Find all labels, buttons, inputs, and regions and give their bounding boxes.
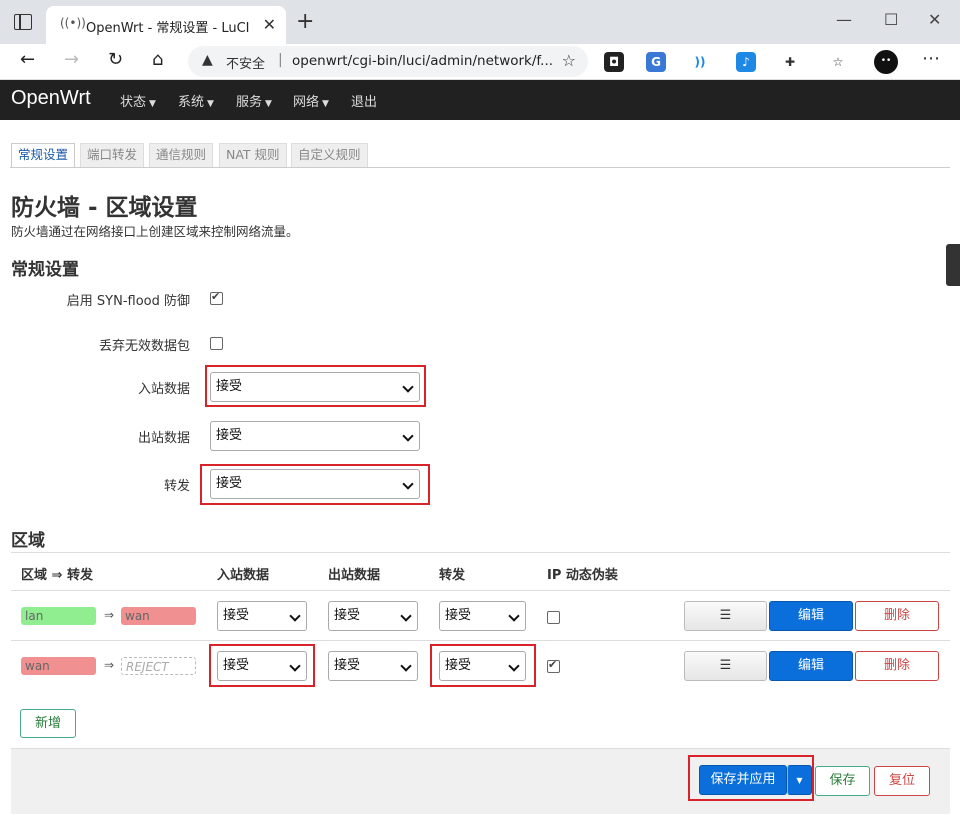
drag-handle-button[interactable]: ☰ [684, 651, 767, 681]
browser-tab-strip: ((•)) OpenWrt - 常规设置 - LuCI ✕ + — ☐ ✕ [0, 0, 960, 44]
caret-down-icon: ▼ [149, 99, 156, 109]
add-zone-button[interactable]: 新增 [20, 709, 76, 738]
output-policy-select[interactable]: 接受 [210, 421, 420, 451]
caret-down-icon: ▼ [207, 99, 214, 109]
extension-icon[interactable]: ◘ [604, 52, 624, 72]
general-section-title: 常规设置 [11, 260, 79, 280]
insecure-label: 不安全 [226, 57, 266, 72]
tab-nat-rules[interactable]: NAT 规则 [219, 143, 287, 167]
highlight-box [200, 464, 430, 505]
drop-invalid-checkbox[interactable] [210, 337, 223, 350]
zone-badge-wan: wan [121, 607, 196, 625]
forward-policy-label: 转发 [163, 479, 190, 494]
zone-badge-reject: REJECT [121, 657, 196, 675]
browser-tab[interactable]: ((•)) OpenWrt - 常规设置 - LuCI ✕ [46, 6, 286, 44]
output-policy-label: 出站数据 [137, 431, 190, 446]
forward-icon[interactable]: → [64, 49, 79, 70]
add-favorite-icon[interactable]: ☆ [562, 51, 576, 70]
col-masquerade: IP 动态伪装 [547, 568, 618, 583]
row-masquerade-checkbox[interactable] [547, 658, 560, 673]
wireless-icon[interactable]: )) [690, 52, 710, 72]
window-close-icon[interactable]: ✕ [928, 10, 941, 29]
row-output-select[interactable]: 接受 [328, 601, 418, 631]
divider [11, 590, 950, 591]
caret-down-icon: ▼ [322, 99, 329, 109]
music-icon[interactable]: ♪ [736, 52, 756, 72]
menu-network[interactable]: 网络 ▼ [293, 91, 329, 110]
page-title: 防火墙 - 区域设置 [11, 195, 198, 221]
extensions-icon[interactable]: ✚ [780, 52, 800, 72]
reset-button[interactable]: 复位 [874, 766, 930, 796]
back-icon[interactable]: ← [20, 49, 35, 70]
scroll-handle[interactable] [946, 244, 960, 286]
drop-invalid-label: 丢弃无效数据包 [98, 339, 190, 354]
tab-general[interactable]: 常规设置 [11, 143, 76, 167]
menu-system[interactable]: 系统 ▼ [178, 91, 214, 110]
col-input: 入站数据 [217, 568, 270, 583]
tab-title: OpenWrt - 常规设置 - LuCI [86, 21, 250, 36]
more-icon[interactable]: ⋯ [922, 48, 940, 69]
wifi-icon: ((•)) [60, 16, 86, 30]
input-policy-label: 入站数据 [137, 382, 190, 397]
luci-header: OpenWrt 状态 ▼ 系统 ▼ 服务 ▼ 网络 ▼ 退出 [0, 80, 960, 120]
row-output-select[interactable]: 接受 [328, 651, 418, 681]
delete-button[interactable]: 删除 [855, 651, 939, 681]
forward-arrow: ⇒ [104, 658, 115, 672]
row-forward-select[interactable]: 接受 [439, 601, 526, 631]
maximize-icon[interactable]: ☐ [884, 10, 898, 29]
url-text: openwrt/cgi-bin/luci/admin/network/f... [292, 53, 554, 69]
save-button[interactable]: 保存 [815, 766, 870, 796]
delete-button[interactable]: 删除 [855, 601, 939, 631]
highlight-box [205, 365, 426, 407]
zones-section-title: 区域 [11, 531, 45, 551]
forward-arrow: ⇒ [104, 608, 115, 622]
tab-divider [10, 167, 950, 168]
syn-flood-label: 启用 SYN-flood 防御 [66, 294, 190, 309]
warning-icon: ▲ [202, 52, 213, 68]
menu-services[interactable]: 服务 ▼ [236, 91, 272, 110]
close-icon[interactable]: ✕ [263, 15, 276, 34]
divider [11, 552, 950, 553]
tab-port-forward[interactable]: 端口转发 [80, 143, 145, 167]
zone-badge-wan: wan [21, 657, 96, 675]
col-forward: 转发 [439, 568, 466, 583]
menu-status[interactable]: 状态 ▼ [120, 91, 156, 110]
col-zone-forward: 区域 ⇒ 转发 [21, 568, 93, 583]
zone-badge-lan: lan [21, 607, 96, 625]
minimize-icon[interactable]: — [836, 10, 852, 29]
page-description: 防火墙通过在网络接口上创建区域来控制网络流量。 [11, 224, 299, 239]
brand-logo[interactable]: OpenWrt [11, 87, 91, 110]
browser-toolbar: ← → ↻ ⌂ ▲ 不安全 | openwrt/cgi-bin/luci/adm… [0, 44, 960, 80]
favorites-icon[interactable]: ☆ [828, 52, 848, 72]
home-icon[interactable]: ⌂ [152, 49, 163, 70]
row-input-select[interactable]: 接受 [217, 601, 307, 631]
menu-logout[interactable]: 退出 [351, 91, 377, 110]
refresh-icon[interactable]: ↻ [108, 49, 123, 70]
edit-button[interactable]: 编辑 [769, 601, 853, 631]
tab-traffic-rules[interactable]: 通信规则 [149, 143, 214, 167]
new-tab-icon[interactable]: + [296, 9, 314, 35]
row-masquerade-checkbox[interactable] [547, 611, 560, 624]
divider [11, 640, 950, 641]
syn-flood-checkbox[interactable] [210, 290, 223, 305]
edit-button[interactable]: 编辑 [769, 651, 853, 681]
url-separator: | [278, 52, 283, 68]
tab-actions-icon[interactable] [14, 14, 32, 30]
highlight-box [209, 644, 315, 687]
drag-handle-button[interactable]: ☰ [684, 601, 767, 631]
profile-avatar[interactable]: •• [874, 50, 898, 74]
caret-down-icon: ▼ [265, 99, 272, 109]
translate-icon[interactable]: G [646, 52, 666, 72]
highlight-box [430, 644, 536, 687]
tab-custom-rules[interactable]: 自定义规则 [291, 143, 368, 167]
col-output: 出站数据 [328, 568, 381, 583]
address-bar[interactable]: ▲ 不安全 | openwrt/cgi-bin/luci/admin/netwo… [188, 46, 588, 77]
highlight-box [688, 755, 814, 801]
